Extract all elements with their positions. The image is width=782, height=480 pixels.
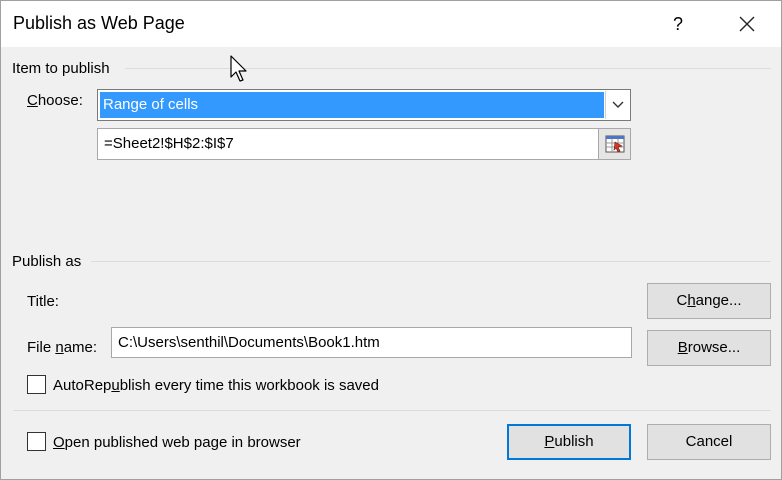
choose-selected-value: Range of cells (100, 92, 604, 118)
collapse-dialog-icon (605, 135, 624, 153)
title-label: Title: (27, 293, 59, 310)
title-bar: Publish as Web Page ? (1, 1, 781, 47)
close-icon (739, 16, 755, 32)
group-divider (125, 68, 771, 69)
open-in-browser-label[interactable]: Open published web page in browser (53, 434, 301, 451)
item-to-publish-label: Item to publish (12, 60, 110, 77)
choose-label: Choose: (27, 92, 83, 109)
publish-web-page-dialog: Publish as Web Page ? Item to publish Ch… (0, 0, 782, 480)
publish-button[interactable]: Publish (507, 424, 631, 460)
autorepublish-label[interactable]: AutoRepublish every time this workbook i… (53, 377, 379, 394)
dropdown-arrow-button[interactable] (605, 91, 629, 119)
range-picker-button[interactable] (598, 129, 630, 159)
dialog-title: Publish as Web Page (13, 13, 185, 33)
autorepublish-checkbox[interactable] (27, 375, 46, 394)
close-button[interactable] (729, 7, 765, 41)
cancel-button[interactable]: Cancel (647, 424, 771, 460)
footer-divider (13, 410, 771, 411)
publish-as-label: Publish as (12, 253, 82, 270)
range-value: =Sheet2!$H$2:$I$7 (104, 135, 234, 152)
mouse-cursor-icon (230, 55, 247, 82)
open-in-browser-checkbox[interactable] (27, 432, 46, 451)
choose-dropdown[interactable]: Range of cells (97, 89, 631, 121)
file-name-label: File name: (27, 339, 98, 356)
group-divider (91, 261, 771, 262)
range-input[interactable]: =Sheet2!$H$2:$I$7 (97, 128, 631, 160)
browse-button[interactable]: Browse... (647, 330, 771, 366)
help-button[interactable]: ? (661, 7, 695, 41)
chevron-down-icon (612, 101, 623, 108)
change-title-button[interactable]: Change... (647, 283, 771, 319)
file-name-value: C:\Users\senthil\Documents\Book1.htm (118, 334, 380, 351)
file-name-input[interactable]: C:\Users\senthil\Documents\Book1.htm (111, 327, 632, 358)
